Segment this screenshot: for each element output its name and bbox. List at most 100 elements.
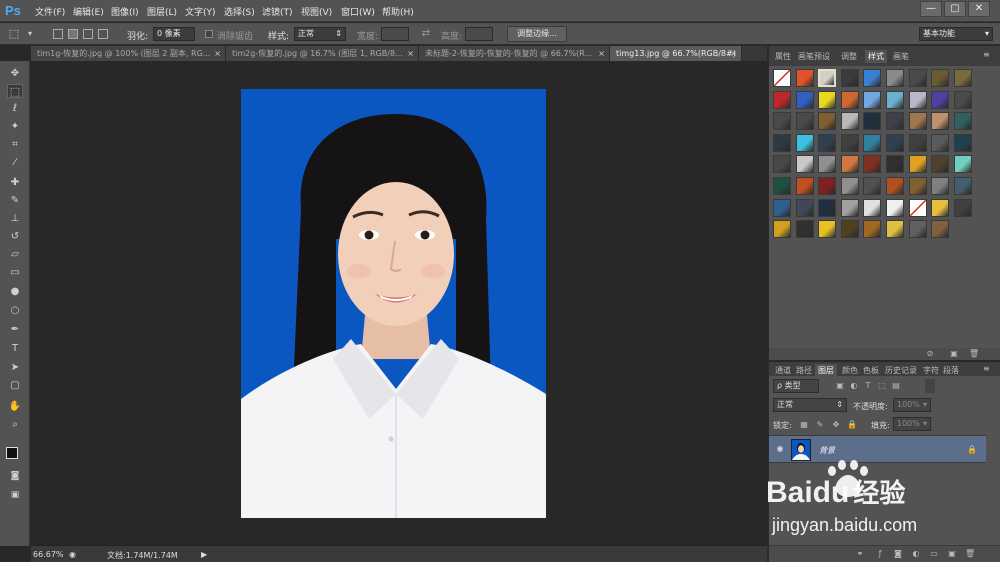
style-swatch[interactable] xyxy=(908,133,927,152)
tab-styles[interactable]: 样式 xyxy=(865,50,887,63)
style-swatch[interactable] xyxy=(818,69,837,87)
feather-input[interactable]: 0 像素 xyxy=(153,27,195,41)
tab-swatches[interactable]: 色板 xyxy=(863,365,879,376)
tab-paths[interactable]: 路径 xyxy=(796,365,812,376)
style-swatch[interactable] xyxy=(795,90,814,109)
healing-brush-tool-icon[interactable]: ✚ xyxy=(7,176,23,190)
style-swatch[interactable] xyxy=(931,220,950,239)
hand-tool-icon[interactable]: ✋ xyxy=(7,400,23,414)
tab-brushes[interactable]: 画笔 xyxy=(893,51,909,62)
link-layers-icon[interactable]: ⚭ xyxy=(855,549,865,559)
style-swatch[interactable] xyxy=(795,69,814,87)
layer-name[interactable]: 背景 xyxy=(819,445,835,456)
style-swatch[interactable] xyxy=(953,198,972,217)
close-icon[interactable]: × xyxy=(214,46,221,61)
style-swatch[interactable] xyxy=(931,133,950,152)
chevron-down-icon[interactable]: ▾ xyxy=(22,27,38,41)
menu-filter[interactable]: 滤镜(T) xyxy=(262,5,293,18)
menu-select[interactable]: 选择(S) xyxy=(224,5,255,18)
style-swatch[interactable] xyxy=(773,90,791,109)
tab-history[interactable]: 历史记录 xyxy=(885,365,917,376)
style-swatch[interactable] xyxy=(863,220,882,239)
style-swatch[interactable] xyxy=(908,198,927,217)
style-swatch[interactable] xyxy=(773,69,791,87)
style-swatch[interactable] xyxy=(908,112,927,131)
folder-icon[interactable]: ▭ xyxy=(929,549,939,559)
fill-input[interactable]: 100% ▾ xyxy=(893,417,931,431)
type-tool-icon[interactable]: T xyxy=(7,342,23,356)
close-button[interactable]: ✕ xyxy=(968,1,990,17)
style-swatch[interactable] xyxy=(840,112,859,131)
lock-position-icon[interactable]: ✥ xyxy=(831,420,841,430)
style-swatch[interactable] xyxy=(908,177,927,195)
style-swatch[interactable] xyxy=(863,133,882,152)
style-swatch[interactable] xyxy=(863,90,882,109)
foreground-color-swatch[interactable] xyxy=(6,447,18,459)
style-swatch[interactable] xyxy=(840,69,859,87)
menu-layer[interactable]: 图层(L) xyxy=(147,5,177,18)
style-swatch[interactable] xyxy=(773,112,791,131)
style-swatch[interactable] xyxy=(908,90,927,109)
style-swatch[interactable] xyxy=(773,198,791,217)
tab-character[interactable]: 字符 xyxy=(923,365,939,376)
trash-icon[interactable]: 🗑 xyxy=(969,349,979,359)
close-icon[interactable]: × xyxy=(730,46,737,61)
menu-view[interactable]: 视图(V) xyxy=(301,5,332,18)
close-icon[interactable]: × xyxy=(407,46,414,61)
style-swatch[interactable] xyxy=(863,198,882,217)
layer-row-background[interactable]: ◉ 背景 🔒 xyxy=(769,435,986,463)
tab-timg13[interactable]: timg13.jpg @ 66.7%(RGB/8#) × xyxy=(610,46,742,61)
style-swatch[interactable] xyxy=(863,177,882,195)
menu-help[interactable]: 帮助(H) xyxy=(382,5,414,18)
trash-icon[interactable]: 🗑 xyxy=(965,549,975,559)
style-swatch[interactable] xyxy=(795,112,814,131)
style-swatch[interactable] xyxy=(818,198,837,217)
style-swatch[interactable] xyxy=(795,133,814,152)
style-swatch[interactable] xyxy=(818,177,837,195)
style-swatch[interactable] xyxy=(953,133,972,152)
tab-tim2g[interactable]: tim2g-恢复的.jpg @ 16.7% (图层 1, RGB/8... × xyxy=(226,46,419,61)
height-input[interactable] xyxy=(465,27,493,41)
filter-adjustment-icon[interactable]: ◐ xyxy=(849,381,859,391)
style-swatch[interactable] xyxy=(886,133,904,152)
adjustment-layer-icon[interactable]: ◐ xyxy=(911,549,921,559)
style-swatch[interactable] xyxy=(795,198,814,217)
eraser-tool-icon[interactable]: ▱ xyxy=(7,248,23,262)
brush-tool-icon[interactable]: ✎ xyxy=(7,194,23,208)
tab-channels[interactable]: 通道 xyxy=(775,365,791,376)
style-swatch[interactable] xyxy=(886,112,904,131)
style-swatch[interactable] xyxy=(818,220,837,239)
rect-marquee-tool-icon[interactable]: ⬚ xyxy=(7,84,23,98)
style-swatch[interactable] xyxy=(953,155,972,174)
screen-mode-icon[interactable]: ▣ xyxy=(7,488,23,502)
style-swatch[interactable] xyxy=(773,220,791,239)
new-style-icon[interactable]: ▣ xyxy=(949,349,959,359)
tab-brush-presets[interactable]: 画笔预设 xyxy=(798,51,830,62)
add-selection-icon[interactable] xyxy=(68,29,78,39)
tab-paragraph[interactable]: 段落 xyxy=(943,365,959,376)
style-swatch[interactable] xyxy=(818,112,837,131)
clone-stamp-tool-icon[interactable]: ⊥ xyxy=(7,212,23,226)
filter-toggle-icon[interactable] xyxy=(925,379,935,393)
style-swatch[interactable] xyxy=(863,69,882,87)
new-layer-icon[interactable]: ▣ xyxy=(947,549,957,559)
tab-properties[interactable]: 属性 xyxy=(775,51,791,62)
style-swatch[interactable] xyxy=(886,198,904,217)
lock-all-icon[interactable]: 🔒 xyxy=(847,420,857,430)
style-swatch[interactable] xyxy=(908,155,927,174)
style-swatch[interactable] xyxy=(908,69,927,87)
menu-type[interactable]: 文字(Y) xyxy=(185,5,216,18)
style-swatch[interactable] xyxy=(931,177,950,195)
style-swatch[interactable] xyxy=(931,155,950,174)
menu-window[interactable]: 窗口(W) xyxy=(341,5,375,18)
add-mask-icon[interactable]: ◙ xyxy=(893,549,903,559)
style-swatch[interactable] xyxy=(773,177,791,195)
quick-mask-icon[interactable]: ◙ xyxy=(7,469,23,483)
style-swatch[interactable] xyxy=(795,155,814,174)
path-select-tool-icon[interactable]: ➤ xyxy=(7,361,23,375)
style-swatch[interactable] xyxy=(953,177,972,195)
zoom-tool-icon[interactable]: ⌕ xyxy=(7,418,23,432)
style-swatch[interactable] xyxy=(773,155,791,174)
style-swatch[interactable] xyxy=(840,220,859,239)
eyedropper-tool-icon[interactable]: ⁄ xyxy=(7,156,23,170)
